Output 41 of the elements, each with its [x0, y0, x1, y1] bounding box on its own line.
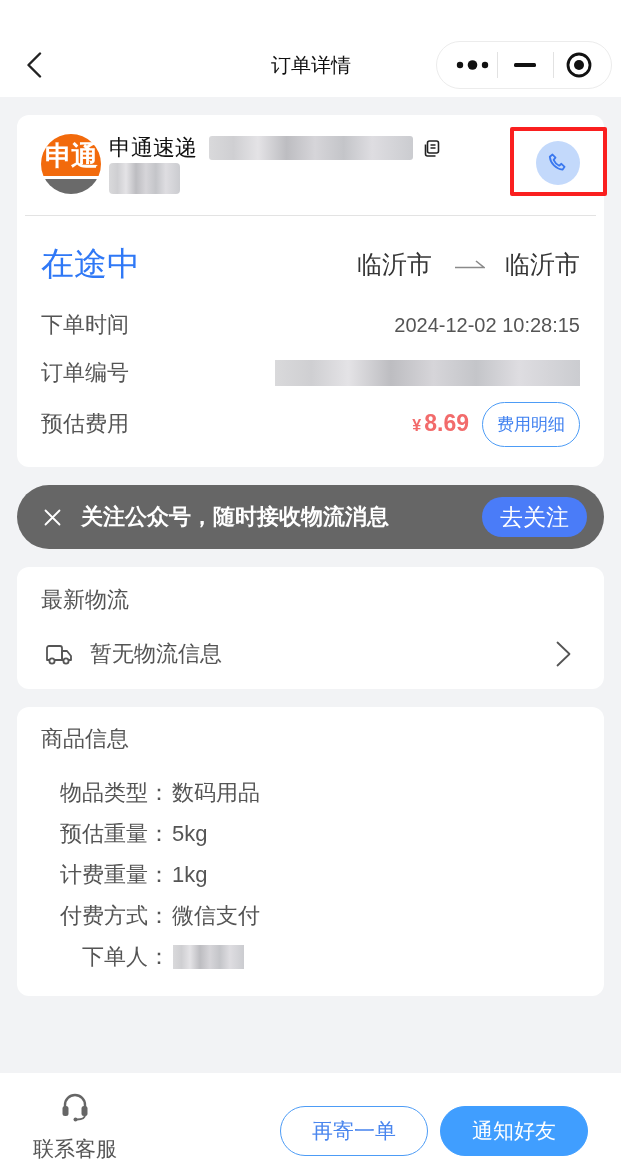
route-city: 临沂市 [505, 249, 580, 280]
status-text: 在途中 [41, 244, 140, 284]
field-label: 订单编号 [41, 359, 129, 387]
field-value: 微信支付 [172, 901, 260, 930]
field-value: 数码用品 [172, 778, 260, 807]
customer-service-button[interactable]: 联系客服 [33, 1093, 117, 1161]
field-label: 下单时间 [41, 311, 129, 339]
target-icon[interactable] [566, 51, 592, 78]
logistics-status: 暂无物流信息 [90, 640, 222, 668]
more-icon[interactable] [456, 59, 489, 70]
field-label: 下单人： [81, 942, 170, 971]
field-label: 计费重量： [59, 860, 170, 889]
page-title: 订单详情 [270, 52, 351, 78]
price: ¥8.69 [412, 408, 469, 438]
field-label: 物品类型： [59, 778, 170, 807]
fee-detail-button[interactable]: 费用明细 [482, 401, 580, 447]
courier-logo: 申通 [41, 134, 101, 194]
follow-button[interactable]: 去关注 [482, 497, 587, 537]
headset-icon [61, 1093, 89, 1122]
chevron-right-icon[interactable] [556, 641, 571, 667]
field-label: 预估费用 [41, 410, 129, 438]
truck-icon [45, 643, 73, 665]
back-icon[interactable] [26, 51, 42, 78]
minimize-icon[interactable] [514, 62, 536, 67]
blurred-block [109, 163, 180, 194]
resend-button[interactable]: 再寄一单 [280, 1106, 428, 1156]
field-value: 5kg [172, 819, 208, 848]
route-city: 临沂市 [357, 249, 432, 280]
field-label: 预估重量： [59, 819, 170, 848]
section-title: 商品信息 [41, 725, 130, 753]
field-value: 1kg [172, 860, 208, 889]
copy-icon[interactable] [423, 139, 440, 157]
courier-name: 申通速递 [109, 134, 197, 162]
call-button[interactable] [536, 141, 580, 185]
blurred-block [173, 944, 244, 969]
section-title: 最新物流 [41, 586, 130, 614]
field-value: 2024-12-02 10:28:15 [394, 313, 580, 338]
close-icon[interactable] [44, 508, 61, 526]
field-label: 付费方式： [59, 901, 170, 930]
banner-text: 关注公众号，随时接收物流消息 [81, 503, 389, 531]
notify-friends-button[interactable]: 通知好友 [440, 1106, 588, 1156]
